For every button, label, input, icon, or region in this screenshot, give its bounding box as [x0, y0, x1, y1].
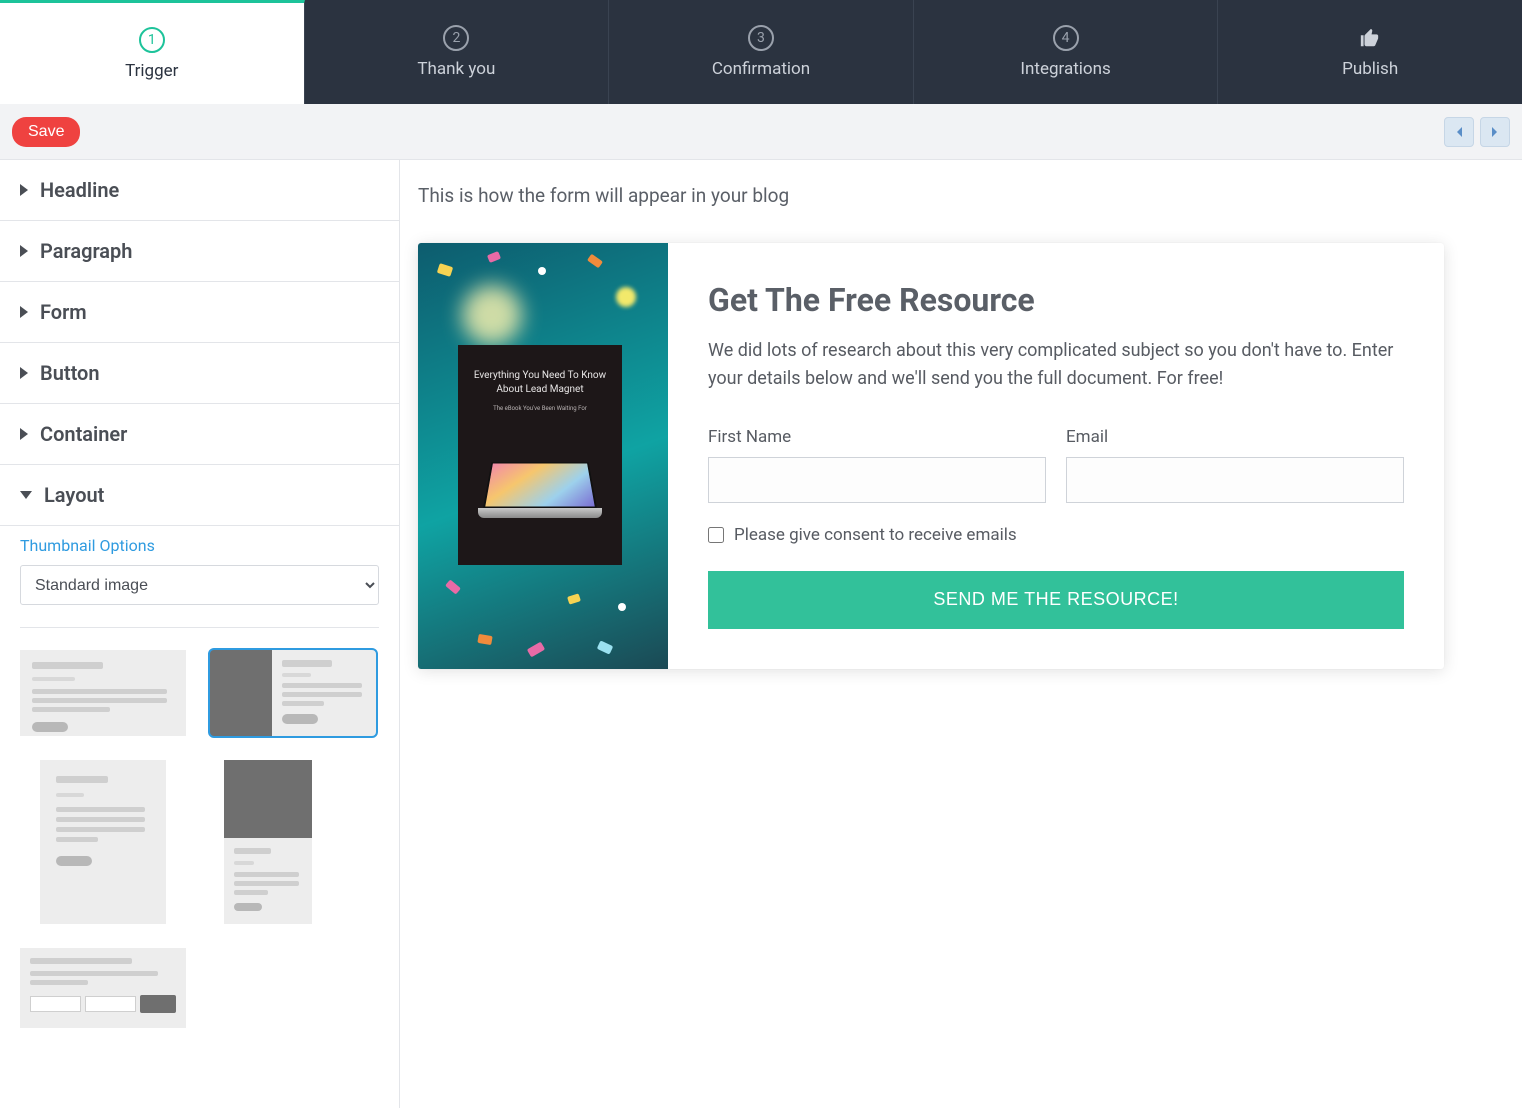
sidebar-item-form[interactable]: Form: [0, 282, 399, 343]
step-integrations[interactable]: 4 Integrations: [914, 0, 1219, 104]
step-number-icon: 1: [139, 27, 165, 53]
step-confirmation[interactable]: 3 Confirmation: [609, 0, 914, 104]
consent-label: Please give consent to receive emails: [734, 525, 1017, 545]
thumbnail-options-label: Thumbnail Options: [20, 536, 379, 555]
step-number-icon: 2: [443, 25, 469, 51]
layout-grid: [20, 650, 379, 1028]
layout-panel: Thumbnail Options Standard image: [0, 526, 399, 1058]
sidebar-item-label: Layout: [44, 483, 104, 507]
step-publish[interactable]: Publish: [1218, 0, 1522, 104]
preview-note: This is how the form will appear in your…: [418, 184, 1504, 207]
sidebar-item-label: Paragraph: [40, 239, 132, 263]
chevron-right-icon: [20, 184, 28, 196]
sidebar-item-button[interactable]: Button: [0, 343, 399, 404]
sidebar-item-layout[interactable]: Layout: [0, 465, 399, 526]
email-field-wrap: Email: [1066, 427, 1404, 503]
first-name-field: First Name: [708, 427, 1046, 503]
email-label: Email: [1066, 427, 1404, 447]
sidebar-item-headline[interactable]: Headline: [0, 160, 399, 221]
step-label: Integrations: [1020, 59, 1110, 79]
layout-option-image-left[interactable]: [210, 650, 376, 736]
chevron-right-icon: [20, 428, 28, 440]
form-image-area: Everything You Need To Know About Lead M…: [418, 243, 668, 669]
first-name-label: First Name: [708, 427, 1046, 447]
chevron-down-icon: [20, 491, 32, 499]
form-content: Get The Free Resource We did lots of res…: [668, 243, 1444, 669]
preview-pane: This is how the form will appear in your…: [400, 160, 1522, 1108]
step-label: Confirmation: [712, 59, 810, 79]
ebook-title: Everything You Need To Know About Lead M…: [472, 369, 608, 397]
form-paragraph: We did lots of research about this very …: [708, 337, 1404, 393]
step-label: Trigger: [125, 61, 178, 81]
step-number-icon: 3: [748, 25, 774, 51]
step-number-icon: 4: [1053, 25, 1079, 51]
sidebar-item-paragraph[interactable]: Paragraph: [0, 221, 399, 282]
steps-nav: 1 Trigger 2 Thank you 3 Confirmation 4 I…: [0, 0, 1522, 104]
step-trigger[interactable]: 1 Trigger: [0, 0, 305, 104]
save-button[interactable]: Save: [12, 117, 80, 147]
ebook-subtitle: The eBook You've Been Waiting For: [493, 405, 587, 412]
thumbnail-select[interactable]: Standard image: [20, 565, 379, 605]
layout-option-text-only[interactable]: [20, 650, 186, 736]
form-card: Everything You Need To Know About Lead M…: [418, 243, 1444, 669]
laptop-icon: [480, 438, 600, 518]
sidebar-item-label: Headline: [40, 178, 119, 202]
next-button[interactable]: [1480, 117, 1510, 147]
toolbar: Save: [0, 104, 1522, 160]
email-input[interactable]: [1066, 457, 1404, 503]
consent-checkbox[interactable]: [708, 527, 724, 543]
sidebar-item-label: Form: [40, 300, 87, 324]
prev-button[interactable]: [1444, 117, 1474, 147]
chevron-right-icon: [20, 306, 28, 318]
chevron-right-icon: [20, 245, 28, 257]
ebook-cover: Everything You Need To Know About Lead M…: [458, 345, 622, 565]
step-label: Thank you: [417, 59, 495, 79]
divider: [20, 627, 379, 628]
sidebar-item-label: Container: [40, 422, 127, 446]
sidebar-item-label: Button: [40, 361, 100, 385]
chevron-right-icon: [20, 367, 28, 379]
sidebar-item-container[interactable]: Container: [0, 404, 399, 465]
layout-option-image-top[interactable]: [224, 760, 312, 924]
chevron-right-icon: [1491, 126, 1499, 138]
sidebar: Headline Paragraph Form Button Container…: [0, 160, 400, 1108]
submit-button[interactable]: SEND ME THE RESOURCE!: [708, 571, 1404, 629]
form-headline: Get The Free Resource: [708, 281, 1404, 319]
step-thank-you[interactable]: 2 Thank you: [305, 0, 610, 104]
layout-option-tall-text[interactable]: [40, 760, 166, 924]
step-label: Publish: [1342, 59, 1398, 79]
first-name-input[interactable]: [708, 457, 1046, 503]
thumbs-up-icon: [1357, 25, 1383, 51]
layout-option-inline[interactable]: [20, 948, 186, 1028]
chevron-left-icon: [1455, 126, 1463, 138]
consent-row[interactable]: Please give consent to receive emails: [708, 525, 1404, 545]
main: Headline Paragraph Form Button Container…: [0, 160, 1522, 1108]
